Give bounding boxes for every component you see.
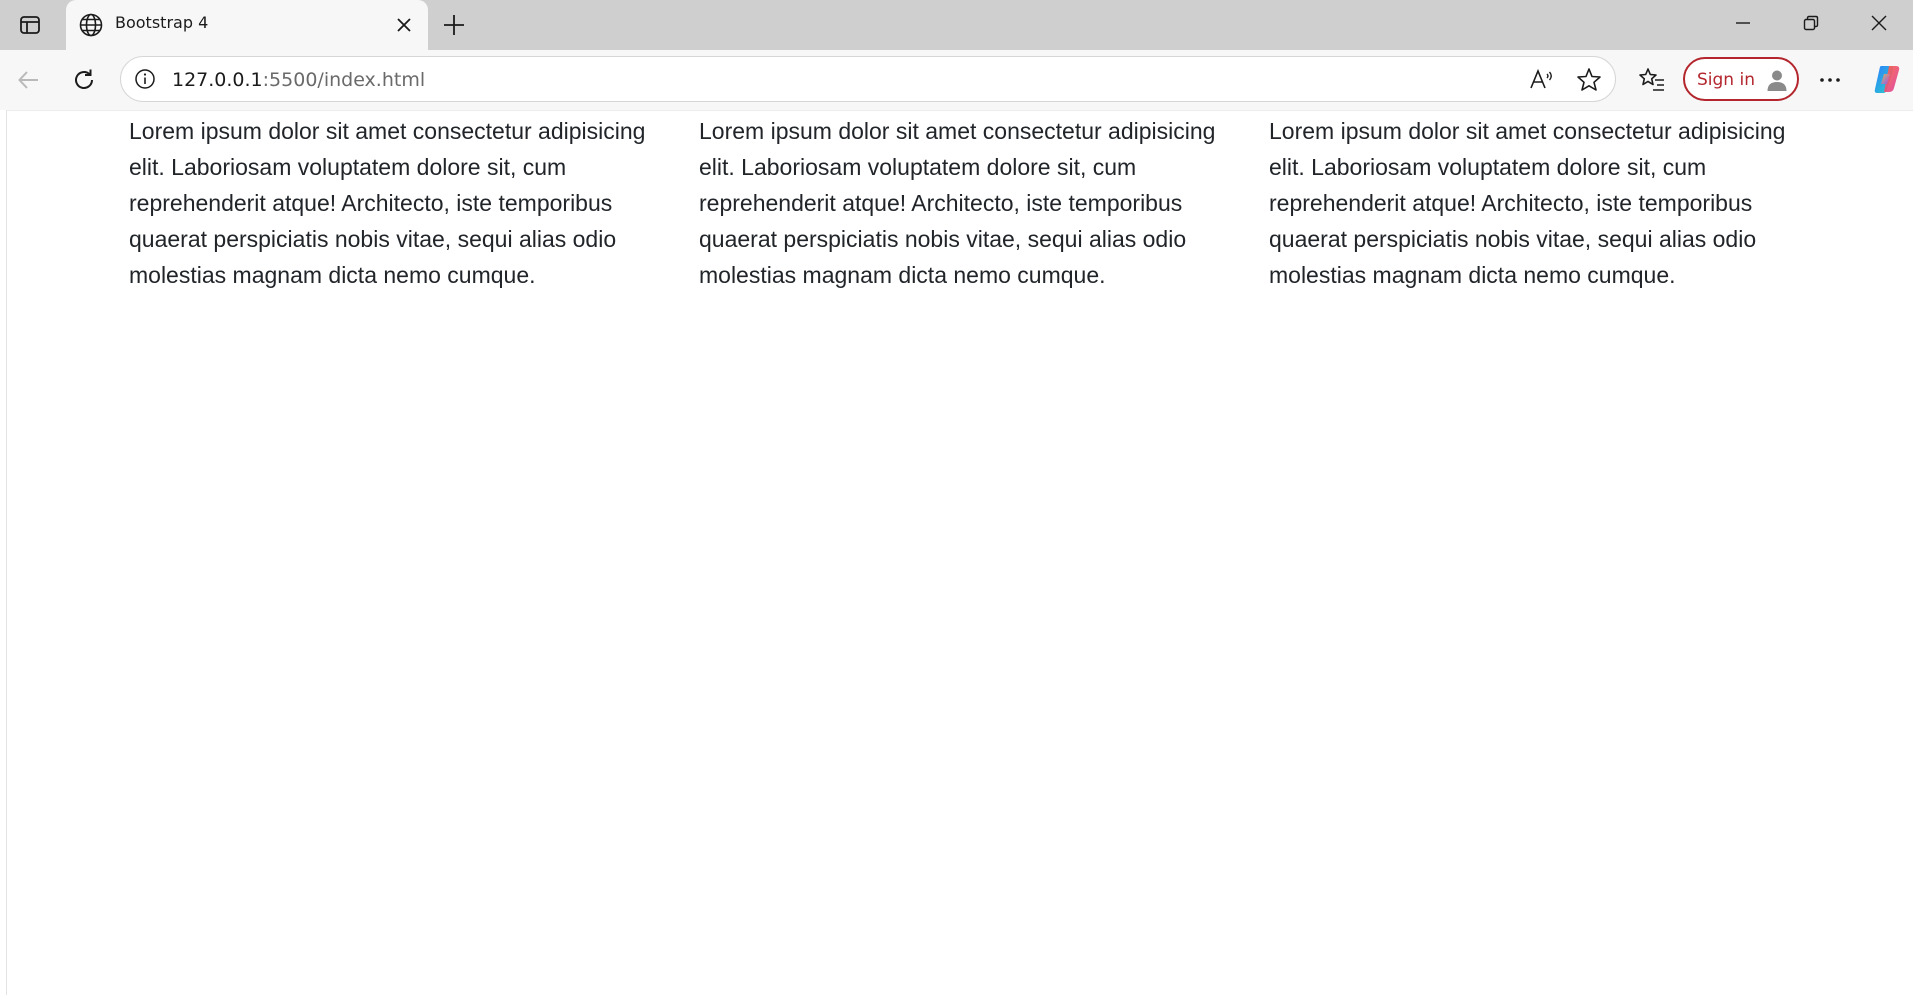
tab-strip: Bootstrap 4	[0, 0, 1913, 50]
page-viewport: Lorem ipsum dolor sit amet consectetur a…	[6, 110, 1913, 995]
column-2: Lorem ipsum dolor sit amet consectetur a…	[699, 113, 1269, 293]
close-window-button[interactable]	[1845, 0, 1913, 46]
column-paragraph: Lorem ipsum dolor sit amet consectetur a…	[129, 118, 646, 288]
url-host: 127.0.0.1	[172, 69, 263, 91]
more-icon	[1820, 78, 1840, 82]
info-icon	[135, 69, 155, 89]
minimize-button[interactable]	[1709, 0, 1777, 46]
refresh-button[interactable]	[66, 62, 102, 98]
browser-window: Bootstrap 4 127.0.0.1:5500/index.html Si…	[0, 0, 1913, 995]
settings-more-button[interactable]	[1812, 62, 1848, 98]
restore-button[interactable]	[1777, 0, 1845, 46]
column-paragraph: Lorem ipsum dolor sit amet consectetur a…	[1269, 118, 1786, 288]
sign-in-button[interactable]: Sign in	[1683, 57, 1799, 101]
window-controls	[1709, 0, 1913, 46]
url-path: :5500/index.html	[262, 69, 426, 91]
restore-icon	[1803, 15, 1819, 31]
column-3: Lorem ipsum dolor sit amet consectetur a…	[1269, 113, 1839, 293]
back-button[interactable]	[11, 62, 47, 98]
read-aloud-button[interactable]	[1527, 65, 1557, 95]
back-arrow-icon	[18, 71, 38, 89]
favorites-button[interactable]	[1634, 62, 1670, 98]
tab-bootstrap[interactable]: Bootstrap 4	[66, 0, 428, 50]
tab-close-button[interactable]	[390, 11, 418, 39]
sign-in-label: Sign in	[1697, 70, 1755, 90]
person-icon	[1767, 70, 1787, 91]
close-icon	[1871, 15, 1887, 31]
column-1: Lorem ipsum dolor sit amet consectetur a…	[129, 113, 699, 293]
read-aloud-icon	[1530, 68, 1552, 89]
favorites-icon	[1639, 68, 1664, 91]
minimize-icon	[1736, 22, 1750, 24]
address-bar[interactable]: 127.0.0.1:5500/index.html	[120, 56, 1616, 102]
star-icon	[1577, 68, 1601, 91]
tab-actions-button[interactable]	[8, 7, 52, 43]
tab-title: Bootstrap 4	[115, 13, 209, 32]
globe-icon	[77, 11, 105, 39]
site-info-button[interactable]	[131, 65, 159, 93]
new-tab-button[interactable]	[436, 7, 472, 43]
refresh-icon	[75, 69, 93, 89]
add-favorite-button[interactable]	[1574, 65, 1604, 95]
url-text[interactable]: 127.0.0.1:5500/index.html	[172, 68, 425, 92]
browser-toolbar: 127.0.0.1:5500/index.html Sign in	[0, 50, 1913, 110]
column-paragraph: Lorem ipsum dolor sit amet consectetur a…	[699, 118, 1216, 288]
plus-icon	[444, 15, 464, 35]
copilot-button[interactable]	[1868, 60, 1906, 98]
tab-actions-icon	[20, 16, 40, 34]
copilot-icon	[1874, 66, 1900, 93]
close-icon	[397, 18, 411, 32]
content-row: Lorem ipsum dolor sit amet consectetur a…	[129, 113, 1809, 293]
